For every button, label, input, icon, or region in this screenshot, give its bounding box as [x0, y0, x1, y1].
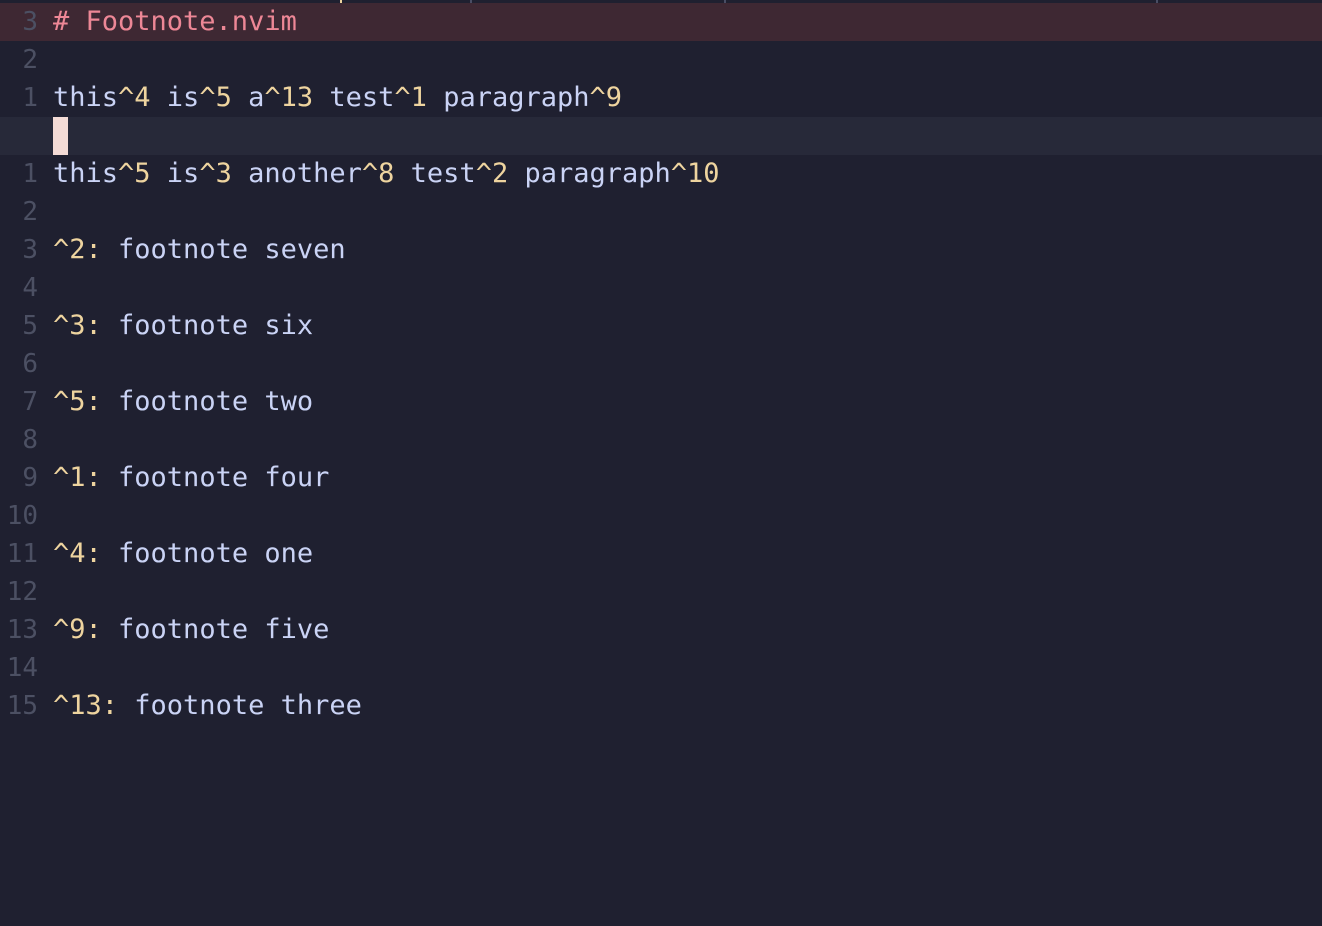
line-number: 2: [22, 197, 38, 227]
line-number: 2: [22, 45, 38, 75]
footnote-reference: ^3:: [53, 310, 102, 341]
line-number: 15: [6, 691, 38, 721]
footnote-reference: ^1: [394, 82, 427, 113]
text-line[interactable]: ^5: footnote two: [53, 383, 313, 421]
line-number: 10: [6, 501, 38, 531]
footnote-reference: ^10: [670, 158, 720, 189]
line-number: 5: [22, 311, 38, 341]
text-line[interactable]: ^1: footnote four: [53, 459, 329, 497]
text-span: footnote four: [101, 462, 330, 493]
text-line[interactable]: ^13: footnote three: [53, 687, 362, 725]
heading-line[interactable]: # Footnote.nvim: [53, 3, 297, 41]
footnote-reference: ^1:: [53, 462, 102, 493]
line-number: 13: [6, 615, 38, 645]
text-line[interactable]: this^4 is^5 a^13 test^1 paragraph^9: [53, 79, 622, 117]
footnote-reference: ^4:: [53, 538, 102, 569]
line-number: 4: [22, 273, 38, 303]
line-number: 3: [22, 7, 38, 37]
footnote-reference: ^9: [589, 82, 623, 113]
text-span: paragraph: [426, 82, 590, 113]
footnote-reference: ^2:: [53, 234, 102, 265]
footnote-reference: ^5: [199, 82, 232, 113]
line-number: 12: [6, 577, 38, 607]
text-span: this: [53, 158, 119, 189]
text-line[interactable]: this^5 is^3 another^8 test^2 paragraph^1…: [53, 155, 720, 193]
line-number: 1: [22, 83, 38, 113]
footnote-reference: ^4: [118, 82, 151, 113]
text-span: test: [313, 82, 395, 113]
text-span: a: [231, 82, 265, 113]
editor-window[interactable]: 3 # Footnote.nvim 2 1 this^4 is^5 a^13 test^…: [0, 0, 1322, 926]
text-span: paragraph: [508, 158, 671, 189]
footnote-reference: ^8: [361, 158, 395, 189]
line-number: 9: [22, 463, 38, 493]
footnote-reference: ^13:: [53, 690, 119, 721]
text-span: is: [150, 82, 200, 113]
text-span: this: [53, 82, 119, 113]
text-span: footnote five: [101, 614, 330, 645]
line-number: 14: [6, 653, 38, 683]
footnote-reference: ^5: [118, 158, 151, 189]
text-cursor: [53, 117, 68, 155]
line-number: 6: [22, 349, 38, 379]
text-line[interactable]: ^2: footnote seven: [53, 231, 346, 269]
text-span: footnote six: [101, 310, 314, 341]
footnote-reference: ^5:: [53, 386, 102, 417]
text-span: footnote three: [118, 690, 362, 721]
text-line[interactable]: ^9: footnote five: [53, 611, 329, 649]
text-span: footnote two: [101, 386, 314, 417]
line-number: 3: [22, 235, 38, 265]
line-number: 8: [22, 425, 38, 455]
markdown-heading: # Footnote.nvim: [53, 6, 297, 37]
text-span: another: [231, 158, 362, 189]
footnote-reference: ^2: [475, 158, 509, 189]
text-line[interactable]: ^3: footnote six: [53, 307, 313, 345]
text-span: test: [394, 158, 476, 189]
line-number: 11: [6, 539, 38, 569]
text-span: is: [150, 158, 200, 189]
line-number: 7: [22, 387, 38, 417]
text-span: footnote seven: [101, 234, 346, 265]
text-line[interactable]: ^4: footnote one: [53, 535, 313, 573]
footnote-reference: ^3: [199, 158, 232, 189]
text-span: footnote one: [101, 538, 314, 569]
cursorline: [0, 117, 1322, 155]
footnote-reference: ^13: [264, 82, 314, 113]
footnote-reference: ^9:: [53, 614, 102, 645]
line-number: 1: [22, 159, 38, 189]
line-number: [0, 117, 38, 155]
